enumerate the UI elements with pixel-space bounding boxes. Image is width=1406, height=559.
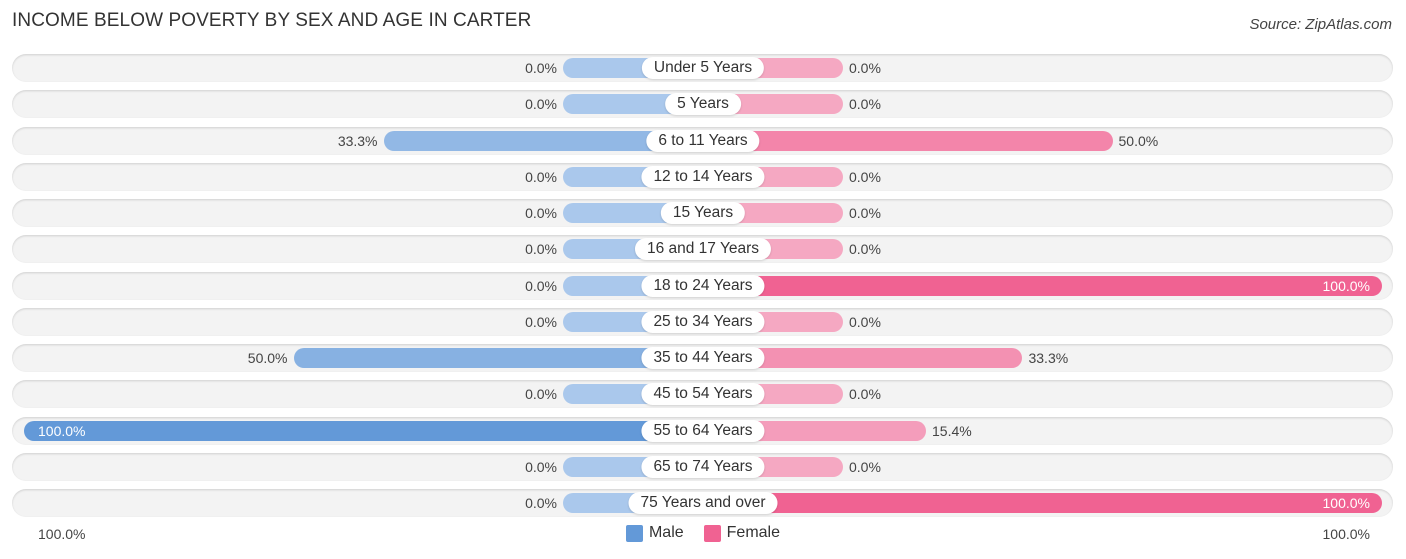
value-label-female: 15.4% (932, 422, 972, 439)
category-label: 75 Years and over (628, 492, 778, 514)
value-label-female: 0.0% (849, 96, 881, 113)
bar-female (703, 130, 1113, 151)
chart-row: Under 5 Years 0.0% 0.0% (12, 54, 1393, 82)
category-label: 12 to 14 Years (641, 165, 765, 188)
legend-label-female: Female (726, 524, 781, 541)
chart-row: 55 to 64 Years 100.0% 15.4% (12, 416, 1393, 445)
value-label-male: 0.0% (525, 60, 557, 76)
chart-row: 6 to 11 Years 33.3% 50.0% (12, 126, 1393, 155)
legend-swatch-male (625, 524, 643, 542)
category-label: 15 Years (660, 202, 746, 224)
value-label-male: 100.0% (38, 422, 86, 439)
value-label-male: 0.0% (525, 96, 557, 113)
category-label: 25 to 34 Years (641, 310, 765, 333)
chart-row: 45 to 54 Years 0.0% 0.0% (12, 380, 1393, 409)
chart-row: 35 to 44 Years 50.0% 33.3% (12, 344, 1393, 372)
category-label: 5 Years (665, 93, 741, 116)
bar-female (703, 275, 1382, 296)
bar-female (703, 493, 1382, 513)
category-label: 55 to 64 Years (641, 419, 765, 442)
value-label-male: 0.0% (525, 386, 557, 403)
value-label-male: 0.0% (525, 168, 557, 185)
legend-swatch-female (703, 524, 721, 542)
value-label-female: 0.0% (849, 168, 881, 185)
value-label-female: 0.0% (849, 241, 881, 258)
legend-item-female: Female (703, 524, 781, 542)
value-label-male: 0.0% (525, 205, 557, 221)
value-label-female: 100.0% (1322, 495, 1370, 511)
value-label-male: 0.0% (525, 313, 557, 330)
value-label-male: 33.3% (337, 132, 378, 149)
category-label: Under 5 Years (641, 57, 765, 79)
value-label-female: 0.0% (849, 313, 881, 330)
chart-row: 25 to 34 Years 0.0% 0.0% (12, 307, 1393, 336)
category-label: 35 to 44 Years (641, 347, 765, 369)
value-label-female: 0.0% (849, 60, 881, 76)
legend-label-male: Male (648, 524, 684, 541)
bar-male (24, 420, 703, 441)
chart-row: 5 Years 0.0% 0.0% (12, 90, 1393, 119)
value-label-male: 0.0% (525, 277, 557, 294)
value-label-male: 50.0% (247, 350, 288, 366)
source-credit: Source: ZipAtlas.com (1249, 16, 1392, 33)
chart-row: 75 Years and over 0.0% 100.0% (12, 489, 1393, 517)
chart-row: 65 to 74 Years 0.0% 0.0% (12, 452, 1393, 481)
value-label-female: 100.0% (1322, 277, 1370, 294)
legend-item-male: Male (625, 524, 684, 542)
value-label-male: 0.0% (525, 495, 557, 511)
value-label-female: 0.0% (849, 205, 881, 221)
chart-row: 12 to 14 Years 0.0% 0.0% (12, 162, 1393, 191)
value-label-male: 0.0% (525, 458, 557, 475)
legend: Male Female (0, 524, 1406, 542)
category-label: 45 to 54 Years (641, 383, 765, 406)
value-label-female: 33.3% (1028, 350, 1069, 366)
category-label: 6 to 11 Years (646, 129, 760, 152)
chart-row: 16 and 17 Years 0.0% 0.0% (12, 235, 1393, 264)
value-label-female: 0.0% (849, 386, 881, 403)
category-label: 18 to 24 Years (641, 274, 765, 297)
chart-row: 18 to 24 Years 0.0% 100.0% (12, 271, 1393, 300)
value-label-female: 50.0% (1118, 132, 1159, 149)
category-label: 16 and 17 Years (634, 238, 772, 261)
chart-row: 15 Years 0.0% 0.0% (12, 199, 1393, 227)
value-label-male: 0.0% (525, 241, 557, 258)
chart-title: INCOME BELOW POVERTY BY SEX AND AGE IN C… (12, 10, 532, 31)
category-label: 65 to 74 Years (641, 455, 765, 478)
value-label-female: 0.0% (849, 458, 881, 475)
